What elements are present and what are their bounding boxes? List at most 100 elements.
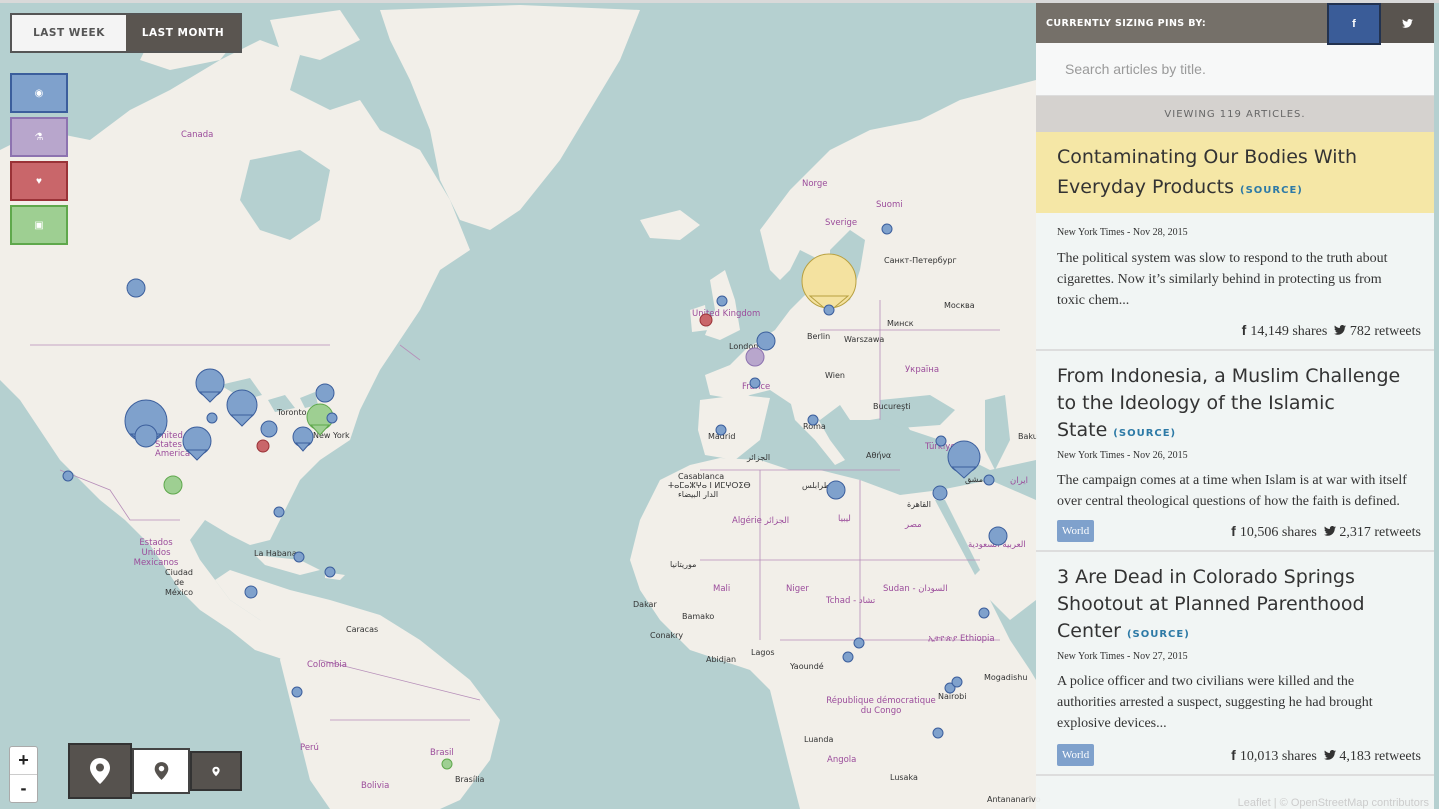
article-meta: New York Times - Nov 27, 2015	[1057, 651, 1188, 662]
map-label-caracas: Caracas	[346, 625, 379, 634]
map-label-lusaka: Lusaka	[890, 773, 918, 782]
last-week-button[interactable]: LAST WEEK	[12, 15, 126, 51]
article-footer: World f 10,506 shares 2,317 retweets	[1036, 520, 1434, 550]
article-title[interactable]: Contaminating Our Bodies With Everyday P…	[1057, 146, 1357, 198]
category-money-button[interactable]: ▣	[10, 205, 68, 245]
map-label-colombia: Colombia	[307, 660, 347, 670]
article-category-tag[interactable]: World	[1057, 520, 1095, 542]
map-label-ukraine: Україна	[905, 365, 940, 375]
map-label-berlin: Berlin	[807, 332, 831, 341]
map-label-brasilia: Brasília	[455, 775, 485, 784]
article-sidebar: CURRENTLY SIZING PINS BY: f VIEWING 119 …	[1036, 3, 1434, 809]
retweet-count: 782 retweets	[1349, 324, 1421, 339]
article-source-link[interactable]: (SOURCE)	[1113, 428, 1176, 439]
share-count: 10,013 shares	[1239, 749, 1317, 764]
map-label-casablanca: Casablanca	[678, 472, 725, 481]
map-label-libya: ليبيا	[838, 514, 851, 524]
map-label-athens: Αθήνα	[866, 451, 892, 460]
article-meta: New York Times - Nov 26, 2015	[1057, 450, 1188, 461]
category-world-button[interactable]: ◉	[10, 73, 68, 113]
twitter-icon	[1323, 750, 1336, 760]
medium-pin-icon	[154, 762, 168, 780]
article-card[interactable]: 3 Are Dead in Colorado Springs Shootout …	[1036, 552, 1434, 776]
map-label-havana: La Habana	[254, 549, 297, 558]
date-range-toggle: LAST WEEK LAST MONTH	[10, 13, 242, 53]
facebook-icon: f	[1231, 747, 1236, 763]
facebook-icon: f	[1231, 523, 1236, 539]
article-source-link[interactable]: (SOURCE)	[1127, 629, 1190, 640]
map-label-bamako: Bamako	[682, 612, 715, 621]
map-label-chad: Tchad - تشاد	[826, 596, 876, 606]
search-bar	[1036, 43, 1434, 96]
size-by-twitter-button[interactable]	[1381, 3, 1434, 43]
map-label-bucharest: Bucureşti	[873, 402, 911, 411]
globe-icon: ◉	[34, 87, 44, 99]
article-category-tag[interactable]: World	[1057, 744, 1095, 766]
map-label-conakry: Conakry	[650, 631, 684, 640]
map-label-luanda: Luanda	[804, 735, 834, 744]
map-label-vienna: Wien	[825, 371, 845, 380]
map-attribution[interactable]: Leaflet | © OpenStreetMap contributors	[1238, 797, 1429, 809]
map-label-moscow: Москва	[944, 301, 975, 310]
retweet-count: 2,317 retweets	[1339, 525, 1421, 540]
map-label-lagos: Lagos	[751, 648, 775, 657]
article-card[interactable]: Contaminating Our Bodies With Everyday P…	[1036, 132, 1434, 351]
map-label-tripoli: طرابلس	[802, 481, 831, 490]
article-stats: f 10,013 shares 4,183 retweets	[1231, 747, 1421, 765]
article-title[interactable]: From Indonesia, a Muslim Challenge to th…	[1057, 365, 1400, 441]
map-label-morocco-tifinagh: ⵜⴰⵎⴰⵣⵖⴰ ⵏ ⵍⵎⵖⵔⵉⴱ	[668, 481, 751, 490]
sizing-label: CURRENTLY SIZING PINS BY:	[1046, 17, 1207, 29]
facebook-icon: f	[1352, 18, 1356, 30]
article-title[interactable]: 3 Are Dead in Colorado Springs Shootout …	[1057, 566, 1365, 642]
map-label-baku: Baku	[1018, 432, 1038, 441]
map-label-france: France	[742, 382, 771, 392]
map-label-finland: Suomi	[876, 200, 903, 210]
map-label-canada: Canada	[181, 130, 214, 140]
map-label-sweden: Sverige	[825, 218, 858, 228]
map-label-turkey: Türkiye	[925, 442, 956, 452]
small-pin-button[interactable]	[190, 751, 242, 791]
zoom-out-button[interactable]: -	[10, 775, 37, 802]
category-health-button[interactable]: ♥	[10, 161, 68, 201]
article-footer: f 14,149 shares 782 retweets	[1036, 319, 1434, 349]
map-label-egypt: مصر	[905, 520, 922, 530]
large-pin-icon	[90, 758, 110, 784]
last-month-button[interactable]: LAST MONTH	[126, 15, 240, 51]
medium-pin-button[interactable]	[132, 748, 190, 794]
map-label-madrid: Madrid	[708, 432, 736, 441]
map-label-drc: République démocratique du Congo	[826, 696, 936, 716]
map-label-mali: Mali	[713, 584, 731, 594]
map-label-antananarivo: Antananarivo	[987, 795, 1041, 804]
map-label-usa: United States of America	[155, 431, 193, 459]
money-icon: ▣	[34, 219, 44, 231]
category-science-button[interactable]: ⚗	[10, 117, 68, 157]
search-input[interactable]	[1036, 43, 1405, 95]
share-count: 10,506 shares	[1239, 525, 1317, 540]
share-count: 14,149 shares	[1250, 324, 1328, 339]
map-label-cairo: القاهرة	[907, 500, 931, 509]
map-label-abidjan: Abidjan	[706, 655, 737, 664]
article-header: From Indonesia, a Muslim Challenge to th…	[1036, 351, 1434, 450]
map-label-bolivia: Bolivia	[361, 781, 390, 791]
article-header: 3 Are Dead in Colorado Springs Shootout …	[1036, 552, 1434, 651]
article-meta: New York Times - Nov 28, 2015	[1057, 227, 1188, 238]
large-pin-button[interactable]	[68, 743, 132, 799]
map-label-sudan: Sudan - السودان	[883, 584, 948, 594]
map-label-uk: United Kingdom	[692, 309, 761, 319]
zoom-in-button[interactable]: +	[10, 747, 37, 775]
article-description: The political system was slow to respond…	[1057, 251, 1388, 308]
map-label-mexico-city: Ciudad de México	[165, 568, 193, 597]
map-label-peru: Perú	[300, 743, 319, 753]
map-label-casablanca-ar: الدار البيضاء	[678, 490, 719, 499]
map-label-mogadishu: Mogadishu	[984, 673, 1028, 682]
map-label-ethiopia: ኢትዮጵያ Ethiopia	[928, 634, 995, 644]
article-card[interactable]: From Indonesia, a Muslim Challenge to th…	[1036, 351, 1434, 552]
size-by-facebook-button[interactable]: f	[1327, 3, 1381, 45]
twitter-icon	[1323, 526, 1336, 536]
map-label-damascus: دمشق	[965, 475, 987, 484]
category-filters: ◉ ⚗ ♥ ▣	[10, 73, 68, 249]
map-label-minsk: Минск	[887, 319, 914, 328]
article-source-link[interactable]: (SOURCE)	[1240, 185, 1303, 196]
zoom-control: + -	[9, 746, 38, 803]
map-label-st-petersburg: Санкт-Петербург	[884, 256, 957, 265]
